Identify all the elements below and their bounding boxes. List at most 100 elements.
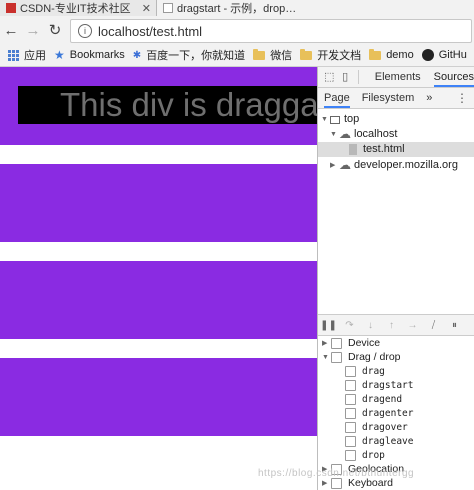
bp-event-label: dragstart — [362, 379, 414, 391]
bp-event-dragleave[interactable]: dragleave — [318, 434, 474, 448]
bookmark-label: GitHu — [438, 49, 467, 61]
tab-elements[interactable]: Elements — [375, 67, 421, 87]
purple-band — [0, 358, 317, 436]
bp-event-label: drag — [362, 365, 385, 377]
csdn-favicon-icon — [6, 3, 16, 13]
info-icon[interactable]: i — [78, 24, 92, 38]
checkbox[interactable] — [331, 337, 342, 349]
checkbox[interactable] — [345, 393, 356, 405]
file-tree: ▼ top ▼ ☁ localhost test.html ▶ ☁ develo… — [318, 109, 474, 299]
bookmarks-bar: 应用 ★ Bookmarks ✱ 百度一下，你就知道 微信 开发文档 demo … — [0, 44, 474, 67]
tab-page[interactable]: Page — [324, 88, 350, 108]
bp-event-drop[interactable]: drop — [318, 448, 474, 462]
apps-icon — [8, 49, 19, 61]
bp-event-dragstart[interactable]: dragstart — [318, 378, 474, 392]
bookmark-github[interactable]: GitHu — [421, 49, 467, 61]
inspect-element-icon[interactable]: ⬚ — [324, 71, 334, 83]
tab-title: CSDN-专业IT技术社区 — [20, 3, 131, 15]
collapse-triangle-icon[interactable]: ▶ — [330, 158, 339, 173]
expand-triangle-icon[interactable]: ▼ — [321, 112, 330, 127]
event-listener-breakpoints: ▶ Device ▼ Drag / drop drag dragstart dr… — [318, 336, 474, 490]
frame-icon — [330, 115, 340, 124]
checkbox[interactable] — [345, 407, 356, 419]
checkbox[interactable] — [345, 379, 356, 391]
tab-dragstart[interactable]: dragstart - 示例，drop… — [157, 0, 474, 16]
tree-node-label: localhost — [354, 128, 398, 140]
bp-group-label: Drag / drop — [348, 351, 401, 363]
watermark-text: https://blog.csdn.net/bthuntergg — [258, 468, 415, 479]
bp-event-dragover[interactable]: dragover — [318, 420, 474, 434]
address-bar[interactable]: i localhost/test.html — [70, 19, 472, 43]
step-over-icon[interactable]: ↷ — [339, 320, 360, 331]
url-text[interactable]: localhost/test.html — [98, 24, 202, 39]
bookmark-demo[interactable]: demo — [369, 48, 414, 61]
deactivate-breakpoints-icon[interactable]: ⧸ — [423, 320, 444, 331]
draggable-div[interactable]: This div is dragga — [18, 86, 317, 124]
bookmark-label: Bookmarks — [69, 49, 125, 61]
bp-event-label: dragend — [362, 393, 403, 405]
checkbox[interactable] — [345, 421, 356, 433]
more-tabs-button[interactable]: » — [426, 88, 432, 108]
page-favicon-icon — [163, 3, 173, 13]
bookmark-wechat[interactable]: 微信 — [253, 47, 292, 63]
bp-group-drag-drop[interactable]: ▼ Drag / drop — [318, 350, 474, 364]
bp-group-device[interactable]: ▶ Device — [318, 336, 474, 350]
expand-triangle-icon[interactable]: ▼ — [330, 127, 339, 142]
tree-node-label: developer.mozilla.org — [354, 159, 458, 171]
more-options-icon[interactable]: ⋮ — [456, 91, 468, 105]
pause-icon[interactable]: ❚❚ — [318, 320, 339, 331]
browser-toolbar: ← → ↻ i localhost/test.html — [0, 16, 474, 44]
step-out-icon[interactable]: ↑ — [381, 320, 402, 331]
purple-band — [0, 261, 317, 339]
bp-event-dragend[interactable]: dragend — [318, 392, 474, 406]
purple-band — [0, 164, 317, 242]
step-icon[interactable]: → — [402, 320, 423, 331]
bookmark-bookmarks[interactable]: ★ Bookmarks — [54, 48, 125, 62]
tab-sources[interactable]: Sources — [433, 67, 474, 87]
folder-icon — [300, 48, 313, 60]
bookmark-label: demo — [386, 49, 414, 61]
checkbox[interactable] — [345, 435, 356, 447]
checkbox[interactable] — [331, 477, 342, 489]
bookmark-dev-docs[interactable]: 开发文档 — [300, 47, 361, 63]
bp-event-label: drop — [362, 449, 385, 461]
collapse-triangle-icon[interactable]: ▶ — [322, 339, 331, 347]
tree-node-label: test.html — [363, 143, 405, 155]
paw-icon: ✱ — [132, 49, 142, 61]
sources-navigator-tabs: Page Filesystem » ⋮ — [318, 88, 474, 109]
expand-triangle-icon[interactable]: ▼ — [322, 354, 331, 361]
bp-event-drag[interactable]: drag — [318, 364, 474, 378]
debugger-toolbar: ❚❚ ↷ ↓ ↑ → ⧸ ⏸ — [318, 314, 474, 336]
devtools-main-toolbar: ⬚ ▯ Elements Sources — [318, 67, 474, 88]
folder-icon — [253, 48, 266, 60]
bookmark-baidu[interactable]: ✱ 百度一下，你就知道 — [133, 47, 245, 63]
checkbox[interactable] — [331, 351, 342, 363]
bookmark-apps[interactable]: 应用 — [8, 47, 46, 63]
back-arrow-icon[interactable]: ← — [0, 22, 22, 39]
tab-csdn[interactable]: CSDN-专业IT技术社区 ✕ — [0, 0, 157, 16]
devtools-panel: ⬚ ▯ Elements Sources Page Filesystem » ⋮… — [317, 67, 474, 490]
bp-event-label: dragleave — [362, 435, 414, 447]
pause-on-exceptions-icon[interactable]: ⏸ — [444, 320, 465, 331]
tree-node-test-html[interactable]: test.html — [318, 142, 474, 157]
reload-icon[interactable]: ↻ — [44, 21, 66, 39]
page-viewport: This div is dragga — [0, 67, 317, 490]
collapse-triangle-icon[interactable]: ▶ — [322, 479, 331, 487]
checkbox[interactable] — [345, 449, 356, 461]
bp-event-dragenter[interactable]: dragenter — [318, 406, 474, 420]
device-toolbar-icon[interactable]: ▯ — [340, 71, 350, 83]
bp-group-label: Device — [348, 337, 381, 349]
folder-icon — [369, 48, 382, 60]
cloud-icon: ☁ — [339, 158, 351, 172]
tree-node-mozilla[interactable]: ▶ ☁ developer.mozilla.org — [330, 158, 458, 173]
file-icon — [349, 144, 357, 155]
tree-node-localhost[interactable]: ▼ ☁ localhost — [330, 127, 397, 142]
tab-filesystem[interactable]: Filesystem — [362, 88, 415, 108]
github-icon — [421, 49, 434, 61]
forward-arrow-icon[interactable]: → — [22, 22, 44, 39]
step-into-icon[interactable]: ↓ — [360, 320, 381, 331]
close-tab-icon[interactable]: ✕ — [142, 2, 151, 15]
checkbox[interactable] — [345, 365, 356, 377]
draggable-text: This div is dragga — [60, 86, 317, 123]
tree-node-top[interactable]: ▼ top — [321, 112, 359, 127]
